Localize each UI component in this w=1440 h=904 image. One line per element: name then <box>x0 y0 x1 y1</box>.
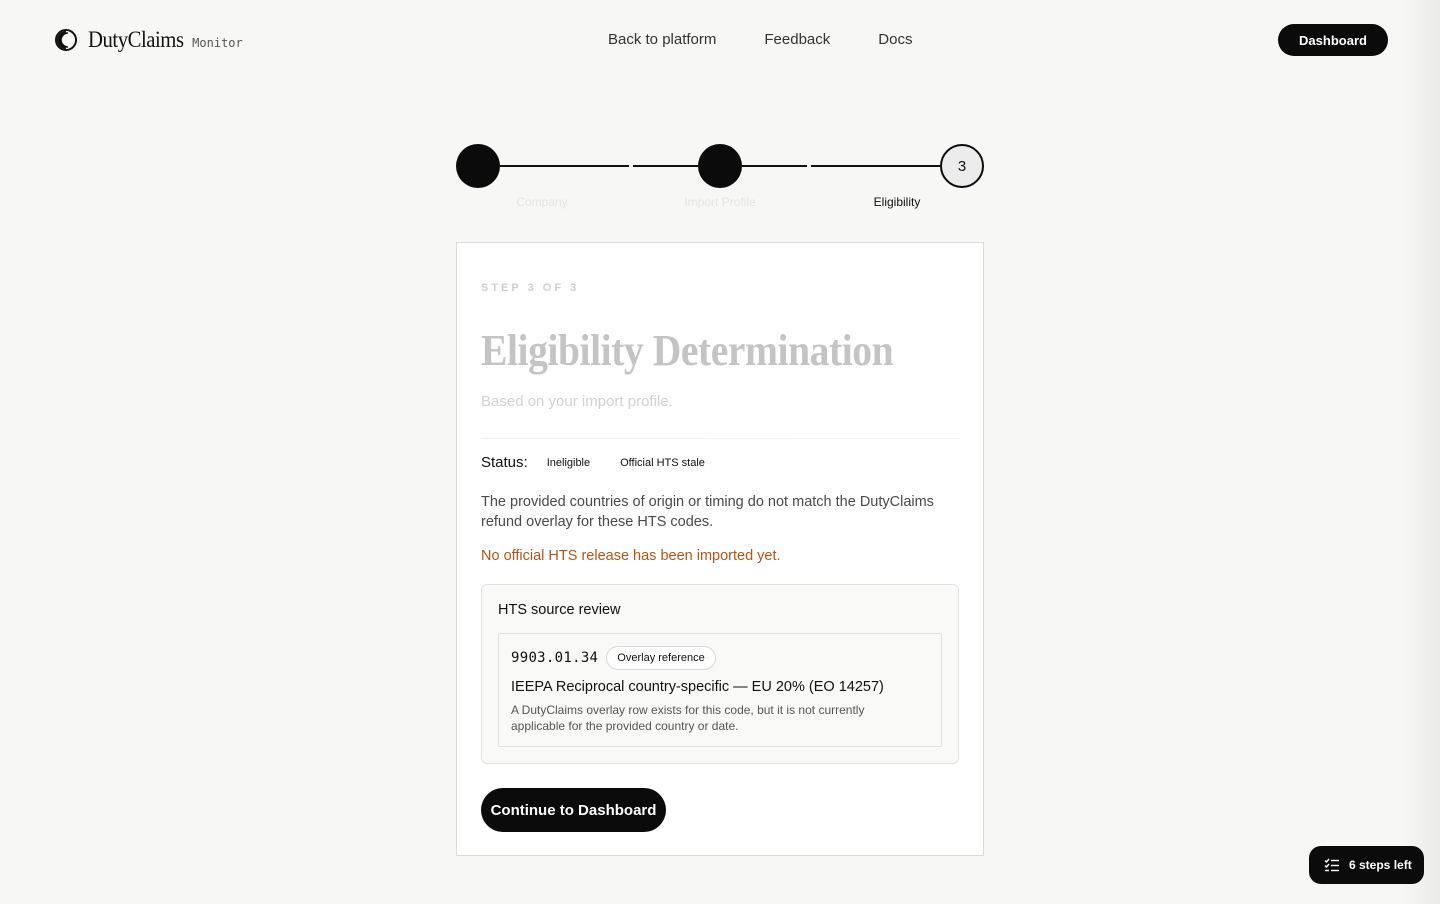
checklist-icon <box>1324 858 1339 872</box>
hts-code-row: 9903.01.34 Overlay reference <box>511 646 716 670</box>
step-connector <box>811 165 940 167</box>
status-row: Status: Ineligible Official HTS stale <box>481 454 705 471</box>
brand-subtitle: Monitor <box>192 35 243 50</box>
divider <box>481 438 961 439</box>
main-nav: Back to platform Feedback Docs <box>608 31 912 48</box>
status-badge-ineligible: Ineligible <box>546 456 591 469</box>
page-edge-shade <box>1400 0 1440 904</box>
step-3-label: Eligibility <box>873 195 921 209</box>
nav-docs[interactable]: Docs <box>878 31 912 48</box>
step-connector <box>500 165 629 167</box>
hts-review-item: 9903.01.34 Overlay reference IEEPA Recip… <box>498 633 942 747</box>
hts-item-title: IEEPA Reciprocal country-specific — EU 2… <box>511 679 884 695</box>
warning-message: No official HTS release has been importe… <box>481 548 781 564</box>
brand-name: DutyClaims <box>88 27 184 52</box>
step-eyebrow: STEP 3 OF 3 <box>481 282 580 294</box>
step-3-circle: 3 <box>940 144 984 188</box>
hts-item-note: A DutyClaims overlay row exists for this… <box>511 703 865 733</box>
progress-stepper: 3 Company Import Profile Eligibility <box>456 144 984 214</box>
step-2-circle <box>698 144 742 188</box>
nav-feedback[interactable]: Feedback <box>764 31 830 48</box>
brand-logo[interactable]: DutyClaims Monitor <box>54 27 243 53</box>
hts-code: 9903.01.34 <box>511 650 599 666</box>
status-label: Status: <box>481 454 528 471</box>
step-1-label: Company <box>516 195 568 209</box>
top-header: DutyClaims Monitor Back to platform Feed… <box>0 0 1440 80</box>
nav-back-to-platform[interactable]: Back to platform <box>608 31 716 48</box>
page-title: Eligibility Determination <box>481 326 894 375</box>
review-title: HTS source review <box>498 602 621 618</box>
step-2-label: Import Profile <box>684 195 756 209</box>
step-connector <box>742 165 807 167</box>
eligibility-card: STEP 3 OF 3 Eligibility Determination Ba… <box>456 242 984 856</box>
steps-left-label: 6 steps left <box>1349 858 1412 872</box>
status-badge-hts-stale: Official HTS stale <box>620 456 705 469</box>
steps-left-widget[interactable]: 6 steps left <box>1309 846 1424 884</box>
eligibility-description: The provided countries of origin or timi… <box>481 494 934 530</box>
page-subtitle: Based on your import profile. <box>481 393 673 410</box>
step-1-circle <box>456 144 500 188</box>
hts-source-review: HTS source review 9903.01.34 Overlay ref… <box>481 584 959 764</box>
step-connector <box>633 165 698 167</box>
continue-to-dashboard-button[interactable]: Continue to Dashboard <box>481 788 666 832</box>
overlay-reference-badge: Overlay reference <box>606 646 716 670</box>
logo-icon <box>55 29 77 51</box>
dashboard-button[interactable]: Dashboard <box>1278 24 1388 56</box>
